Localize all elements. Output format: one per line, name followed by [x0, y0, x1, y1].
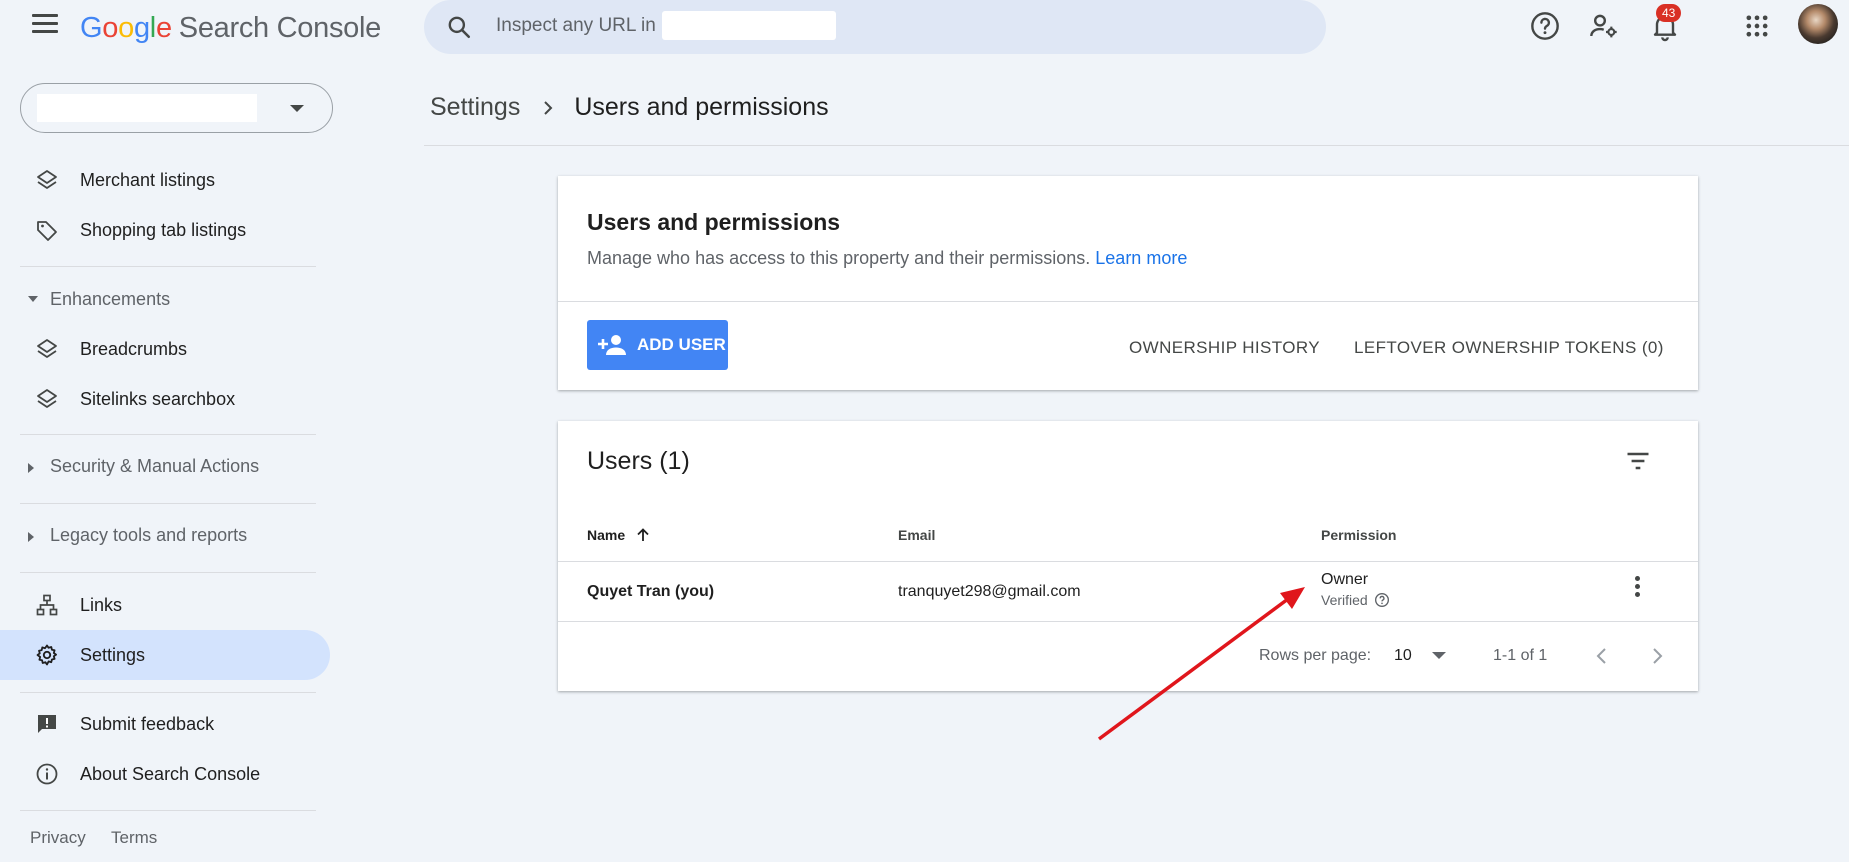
- row-actions-more-icon[interactable]: [1635, 576, 1641, 598]
- main-menu-button[interactable]: [32, 14, 58, 36]
- sidebar-item-settings[interactable]: Settings: [0, 630, 330, 680]
- sidebar-item-label: Shopping tab listings: [80, 219, 247, 240]
- users-table-title: Users (1): [587, 447, 690, 475]
- sidebar-divider: [20, 692, 316, 693]
- expand-triangle-icon: [28, 463, 34, 473]
- sidebar-item-shopping-tab-listings[interactable]: Shopping tab listings: [0, 205, 330, 255]
- sidebar-item-label: Settings: [80, 644, 146, 665]
- section-label: Legacy tools and reports: [50, 525, 248, 545]
- chevron-right-icon[interactable]: [1649, 647, 1665, 665]
- users-permissions-card: Users and permissions Manage who has acc…: [558, 176, 1698, 390]
- info-icon: [36, 763, 58, 785]
- card-title: Users and permissions: [587, 209, 841, 235]
- redacted-property: [662, 11, 836, 40]
- add-user-button[interactable]: ADD USER: [587, 320, 728, 370]
- collapse-triangle-icon: [28, 296, 38, 302]
- section-label: Security & Manual Actions: [50, 456, 260, 476]
- privacy-link[interactable]: Privacy: [30, 828, 86, 848]
- rows-per-page-label: Rows per page:: [1259, 647, 1372, 664]
- notification-badge: 43: [1656, 4, 1682, 22]
- layers-icon: [37, 170, 57, 189]
- redacted-property-name: [37, 94, 257, 122]
- expand-triangle-icon: [28, 532, 34, 542]
- sidebar-item-breadcrumbs[interactable]: Breadcrumbs: [0, 324, 330, 374]
- sidebar-divider: [20, 503, 316, 504]
- learn-more-link[interactable]: Learn more: [1095, 248, 1187, 268]
- sort-ascending-icon: [637, 528, 649, 541]
- sidebar-section-security[interactable]: Security & Manual Actions: [0, 447, 330, 487]
- sidebar-section-legacy[interactable]: Legacy tools and reports: [0, 516, 330, 556]
- property-selector[interactable]: [20, 83, 333, 133]
- sidebar-item-label: About Search Console: [80, 763, 261, 784]
- search-icon: [448, 16, 471, 39]
- table-divider: [558, 561, 1698, 562]
- sidebar-divider: [20, 810, 316, 811]
- manage-account-icon[interactable]: [1588, 10, 1620, 42]
- sidebar-item-label: Merchant listings: [80, 169, 216, 190]
- app-logo[interactable]: Google Search Console: [80, 12, 381, 45]
- search-input[interactable]: Inspect any URL in: [496, 15, 656, 37]
- rows-per-page-select[interactable]: 10: [1394, 647, 1446, 665]
- sidebar-item-label: Links: [80, 594, 123, 615]
- pagination-range: 1-1 of 1: [1493, 647, 1548, 664]
- layers-icon: [37, 339, 57, 358]
- sidebar-divider: [20, 434, 316, 435]
- page-title: Users and permissions: [574, 93, 829, 121]
- section-label: Enhancements: [50, 289, 171, 309]
- sidebar-item-merchant-listings[interactable]: Merchant listings: [0, 155, 330, 205]
- sidebar-divider: [20, 572, 316, 573]
- user-name-cell: Quyet Tran (you): [587, 583, 715, 600]
- card-divider: [558, 301, 1698, 302]
- dropdown-caret-icon: [1431, 652, 1446, 659]
- user-email-cell: tranquyet298@gmail.com: [898, 583, 1081, 600]
- breadcrumb: Settings Users and permissions: [430, 93, 829, 122]
- add-person-icon: [598, 335, 626, 355]
- account-avatar[interactable]: [1798, 4, 1838, 44]
- filter-icon[interactable]: [1624, 447, 1652, 475]
- column-header-permission[interactable]: Permission: [1321, 527, 1396, 543]
- url-inspection-search[interactable]: Inspect any URL in: [424, 0, 1326, 54]
- sidebar-item-submit-feedback[interactable]: Submit feedback: [0, 699, 330, 749]
- sidebar-section-enhancements[interactable]: Enhancements: [0, 280, 330, 320]
- user-permission-cell: Owner Verified: [1321, 571, 1390, 608]
- column-header-name[interactable]: Name: [587, 527, 651, 543]
- chevron-left-icon[interactable]: [1594, 647, 1610, 665]
- ownership-history-button[interactable]: OWNERSHIP HISTORY: [1129, 338, 1320, 358]
- tag-icon: [37, 221, 57, 241]
- app-name: Search Console: [178, 12, 381, 44]
- sitemap-icon: [36, 594, 58, 616]
- sidebar-divider: [20, 266, 316, 267]
- gear-icon: [36, 644, 57, 666]
- terms-link[interactable]: Terms: [111, 828, 157, 848]
- layers-icon: [37, 389, 57, 408]
- chevron-right-icon: [544, 100, 553, 115]
- card-description: Manage who has access to this property a…: [587, 248, 1188, 268]
- sidebar-item-links[interactable]: Links: [0, 580, 330, 630]
- dropdown-caret-icon: [290, 105, 304, 112]
- sidebar-item-label: Sitelinks searchbox: [80, 388, 236, 409]
- users-table-card: Users (1) Name Email Permission Quyet Tr…: [558, 421, 1698, 691]
- table-divider: [558, 621, 1698, 622]
- breadcrumb-parent[interactable]: Settings: [430, 93, 520, 122]
- sidebar-item-label: Breadcrumbs: [80, 338, 188, 359]
- sidebar-item-about[interactable]: About Search Console: [0, 749, 330, 799]
- column-header-email[interactable]: Email: [898, 527, 935, 543]
- leftover-tokens-button[interactable]: LEFTOVER OWNERSHIP TOKENS (0): [1354, 338, 1664, 358]
- sidebar-item-label: Submit feedback: [80, 713, 215, 734]
- feedback-icon: [38, 715, 56, 733]
- sidebar-item-sitelinks-searchbox[interactable]: Sitelinks searchbox: [0, 374, 330, 424]
- header-divider: [424, 145, 1849, 146]
- help-icon[interactable]: [1529, 10, 1561, 42]
- help-circle-icon[interactable]: [1374, 592, 1390, 608]
- apps-grid-icon[interactable]: [1743, 12, 1771, 40]
